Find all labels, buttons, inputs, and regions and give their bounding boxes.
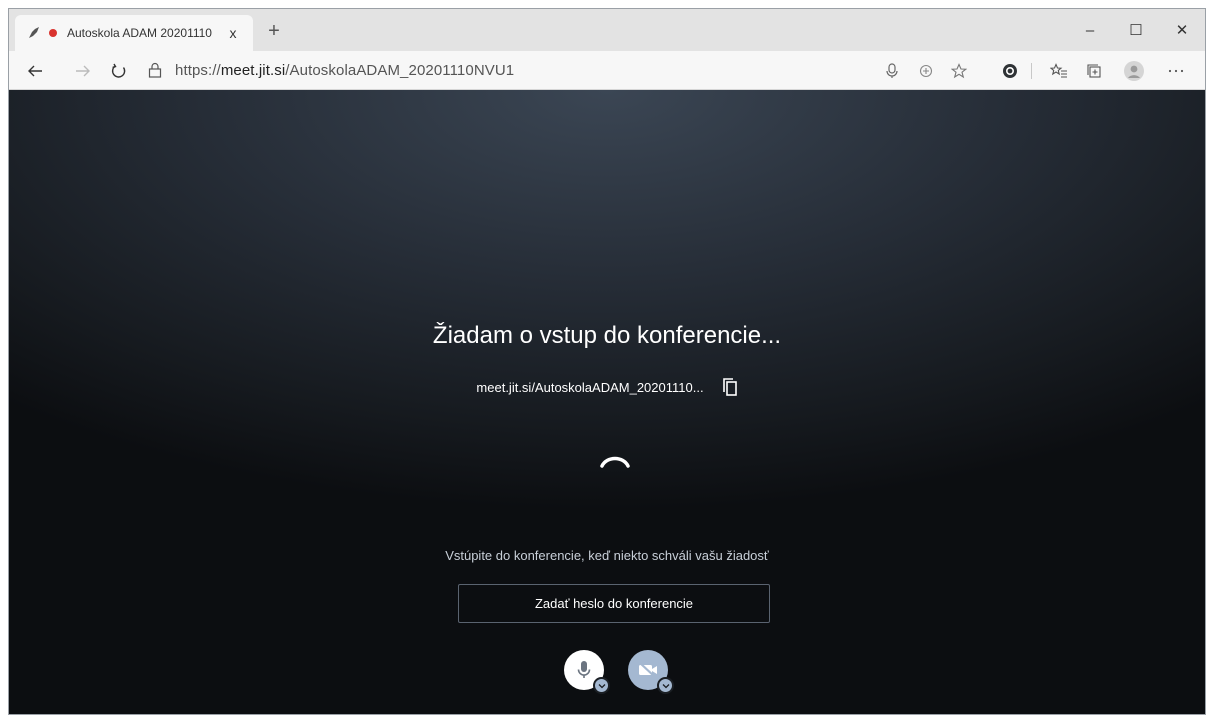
browser-tab[interactable]: Autoskola ADAM 20201110 x — [15, 15, 253, 51]
profile-icon[interactable] — [1123, 60, 1145, 82]
window-controls: – ☐ ✕ — [1067, 9, 1205, 51]
recording-dot-icon — [49, 29, 57, 37]
microphone-icon[interactable] — [881, 60, 903, 82]
new-tab-button[interactable]: + — [263, 21, 285, 43]
refresh-icon[interactable] — [107, 59, 131, 83]
page-title: Žiadam o vstup do konferencie... — [432, 322, 782, 349]
tab-title: Autoskola ADAM 20201110 — [67, 26, 212, 40]
collections-icon[interactable] — [1083, 60, 1105, 82]
more-icon[interactable] — [1165, 60, 1187, 82]
url-host: meet.jit.si — [220, 61, 286, 79]
jitsi-icon — [27, 26, 41, 40]
chevron-down-icon[interactable] — [593, 677, 610, 694]
microphone-icon — [577, 661, 591, 678]
star-icon[interactable] — [948, 60, 970, 82]
chevron-down-icon[interactable] — [657, 677, 674, 694]
favorites-icon[interactable] — [1048, 60, 1070, 82]
minimize-button[interactable]: – — [1067, 9, 1113, 51]
camera-toggle-button[interactable] — [628, 650, 674, 694]
info-text: Vstúpite do konferencie, keď niekto schv… — [445, 548, 769, 563]
browser-window: Autoskola ADAM 20201110 x + – ☐ ✕ https:… — [8, 8, 1206, 715]
maximize-button[interactable]: ☐ — [1113, 9, 1159, 51]
forward-arrow-icon[interactable] — [71, 59, 95, 83]
add-circle-icon[interactable] — [915, 60, 937, 82]
lock-icon[interactable] — [147, 62, 163, 78]
url-path: /AutoskolaADAM_20201110NVU1 — [285, 61, 515, 79]
tab-close-button[interactable]: x — [225, 25, 241, 41]
back-arrow-icon[interactable] — [23, 59, 47, 83]
url-prefix: https:// — [175, 61, 221, 79]
camera-off-icon — [639, 662, 657, 678]
tab-strip: Autoskola ADAM 20201110 x + – ☐ ✕ — [9, 9, 1205, 51]
close-window-button[interactable]: ✕ — [1159, 9, 1205, 51]
copy-icon[interactable] — [722, 378, 738, 396]
toolbar-divider — [1031, 63, 1032, 79]
room-url: meet.jit.si/AutoskolaADAM_20201110... — [476, 379, 704, 395]
meeting-lobby: Žiadam o vstup do konferencie... meet.ji… — [9, 90, 1205, 714]
enter-password-button[interactable]: Zadať heslo do konferencie — [458, 584, 770, 623]
loading-spinner-icon — [600, 456, 630, 468]
microphone-toggle-button[interactable] — [564, 650, 610, 694]
browser-toolbar: https://meet.jit.si/AutoskolaADAM_202011… — [9, 51, 1205, 90]
extension-icon[interactable] — [999, 60, 1021, 82]
room-url-row: meet.jit.si/AutoskolaADAM_20201110... — [9, 378, 1205, 396]
